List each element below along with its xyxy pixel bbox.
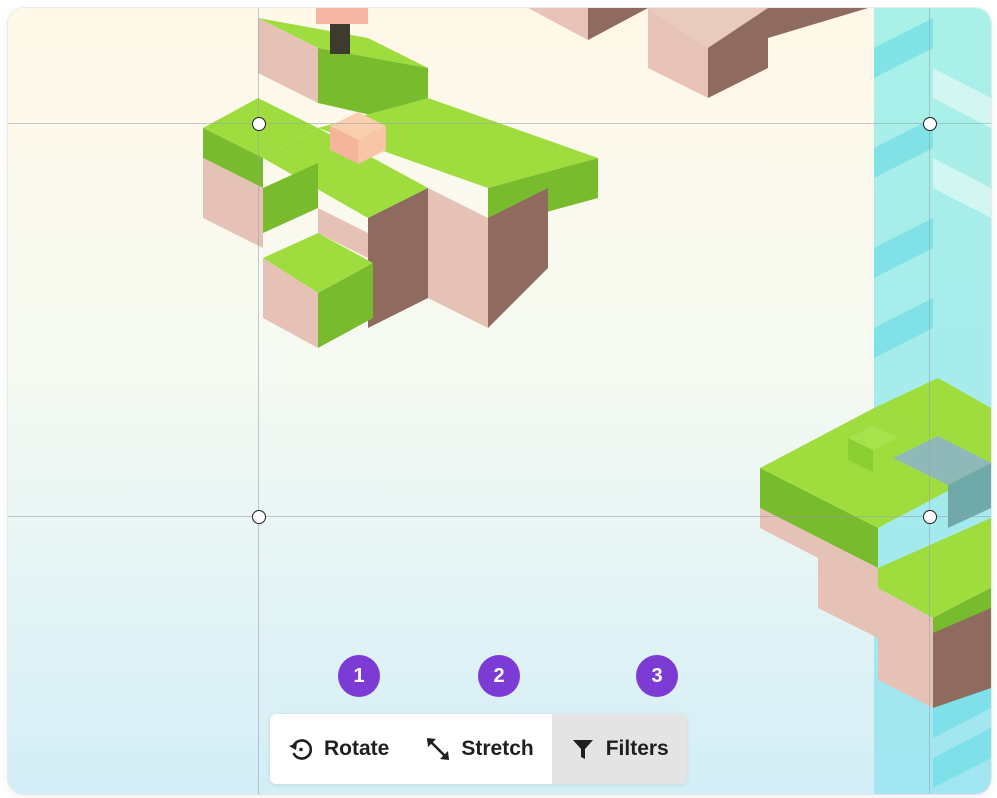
edit-toolbar: Rotate Stretch Filters [270,714,687,784]
crop-handle-top-right[interactable] [923,117,937,131]
filters-label: Filters [605,737,669,760]
rotate-label: Rotate [324,737,390,760]
crop-guide-horizontal-top [8,123,991,124]
crop-handle-bottom-left[interactable] [252,510,266,524]
rotate-icon [289,739,313,760]
crop-handle-top-left[interactable] [252,117,266,131]
rotate-button[interactable]: Rotate [270,714,407,784]
step-marker-1: 1 [338,655,380,697]
photo-editor-canvas[interactable]: 1 2 3 Rotate Stretch Filters [8,8,991,794]
stretch-icon [427,738,450,760]
crop-handle-bottom-right[interactable] [923,510,937,524]
filters-button[interactable]: Filters [551,714,687,784]
crop-guide-horizontal-bottom [8,516,991,517]
step-marker-3: 3 [636,655,678,697]
filter-icon [572,740,593,759]
stretch-button[interactable]: Stretch [407,714,551,784]
stretch-label: Stretch [461,737,534,760]
step-marker-2: 2 [478,655,520,697]
